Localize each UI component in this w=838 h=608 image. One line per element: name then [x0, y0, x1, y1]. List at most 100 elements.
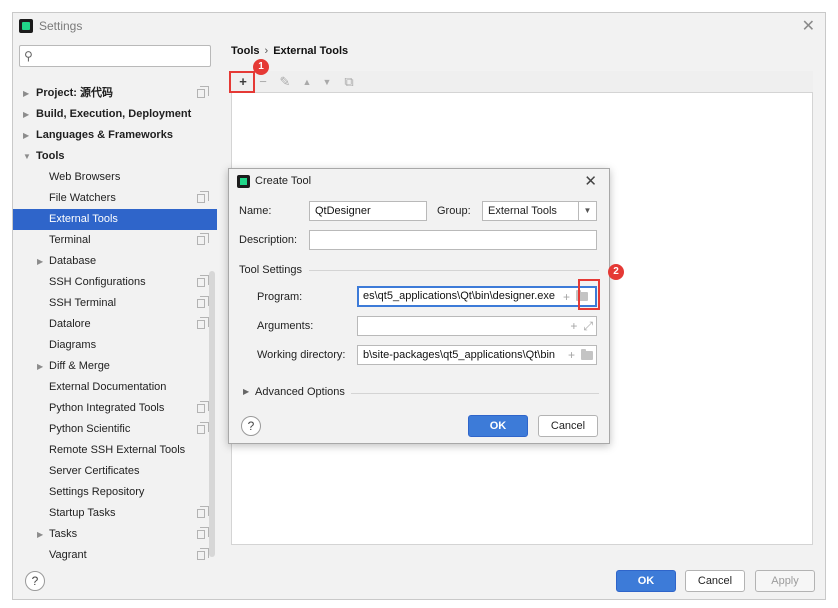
- project-level-copy-icon: [197, 506, 209, 518]
- apply-button[interactable]: Apply: [755, 570, 815, 592]
- settings-tree: ▶ Project: 源代码 ▶ Build, Execution, Deployme…: [13, 83, 217, 566]
- tool-settings-divider: [309, 270, 599, 271]
- breadcrumb-separator: ›: [264, 45, 269, 57]
- program-value: es\qt5_applications\Qt\bin\designer.exe: [363, 290, 556, 302]
- sidebar-item[interactable]: Terminal: [13, 230, 217, 251]
- chevron-down-icon[interactable]: ▼: [578, 202, 596, 220]
- pycharm-logo-icon: [237, 175, 250, 188]
- arguments-label: Arguments:: [257, 320, 314, 332]
- name-label: Name:: [239, 205, 272, 217]
- folder-icon[interactable]: [581, 348, 593, 360]
- name-field[interactable]: QtDesigner: [309, 201, 427, 221]
- breadcrumb-parent[interactable]: Tools: [231, 45, 260, 57]
- sidebar-item[interactable]: ▶ Languages & Frameworks: [13, 125, 217, 146]
- sidebar-item[interactable]: SSH Configurations: [13, 272, 217, 293]
- chevron-right-icon[interactable]: ▶: [23, 104, 29, 125]
- chevron-right-icon[interactable]: ▶: [23, 125, 29, 146]
- description-label: Description:: [239, 234, 298, 246]
- sidebar-item[interactable]: Datalore: [13, 314, 217, 335]
- search-icon: ⚲: [24, 49, 33, 63]
- breadcrumb-current: External Tools: [273, 45, 349, 57]
- sidebar-scrollbar[interactable]: [209, 271, 215, 557]
- move-down-button[interactable]: ▼: [317, 72, 337, 92]
- sidebar-item[interactable]: ▶ Diff & Merge: [13, 356, 217, 377]
- sidebar-item[interactable]: ▶ Build, Execution, Deployment: [13, 104, 217, 125]
- sidebar-item-label: Datalore: [49, 318, 91, 330]
- sidebar-item[interactable]: Settings Repository: [13, 482, 217, 503]
- chevron-right-icon[interactable]: ▶: [37, 356, 43, 377]
- dialog-help-button[interactable]: ?: [241, 416, 261, 436]
- tool-settings-label: Tool Settings: [239, 264, 302, 276]
- sidebar-item-label: SSH Terminal: [49, 297, 117, 309]
- highlight-add-button: [229, 71, 255, 93]
- plus-icon[interactable]: +: [568, 346, 575, 364]
- sidebar-item[interactable]: ▶ Tasks: [13, 524, 217, 545]
- sidebar-item[interactable]: Python Integrated Tools: [13, 398, 217, 419]
- sidebar-item-label: Tools: [36, 150, 65, 162]
- sidebar-item[interactable]: ▼ Tools: [13, 146, 217, 167]
- help-button[interactable]: ?: [25, 571, 45, 591]
- sidebar-item[interactable]: Web Browsers: [13, 167, 217, 188]
- breadcrumb: Tools › External Tools: [231, 45, 348, 57]
- sidebar-item[interactable]: External Tools: [13, 209, 217, 230]
- project-level-copy-icon: [197, 401, 209, 413]
- description-field[interactable]: [309, 230, 597, 250]
- sidebar-item-label: Python Integrated Tools: [49, 402, 165, 414]
- move-up-button[interactable]: ▲: [297, 72, 317, 92]
- copy-tool-button[interactable]: ⧉: [339, 72, 359, 92]
- plus-icon[interactable]: +: [563, 290, 570, 304]
- chevron-right-icon[interactable]: ▶: [23, 83, 29, 104]
- dialog-ok-button[interactable]: OK: [468, 415, 528, 437]
- working-directory-field-icons: +: [564, 346, 593, 364]
- working-directory-label: Working directory:: [257, 349, 346, 361]
- dialog-cancel-button[interactable]: Cancel: [538, 415, 598, 437]
- chevron-right-icon[interactable]: ▶: [37, 524, 43, 545]
- sidebar-item[interactable]: Vagrant: [13, 545, 217, 566]
- close-icon[interactable]: ✕: [802, 16, 815, 36]
- search-input[interactable]: [38, 48, 206, 64]
- chevron-down-icon[interactable]: ▼: [23, 146, 31, 167]
- project-level-copy-icon: [197, 422, 209, 434]
- sidebar-item[interactable]: Python Scientific: [13, 419, 217, 440]
- group-dropdown[interactable]: External Tools ▼: [482, 201, 597, 221]
- settings-search[interactable]: ⚲: [19, 45, 211, 67]
- expand-icon[interactable]: ⤢: [583, 317, 593, 335]
- sidebar-item[interactable]: Remote SSH External Tools: [13, 440, 217, 461]
- sidebar-item-label: Remote SSH External Tools: [49, 444, 186, 456]
- sidebar-item[interactable]: ▶ Project: 源代码: [13, 83, 217, 104]
- sidebar-item-label: Python Scientific: [49, 423, 131, 435]
- sidebar-item[interactable]: SSH Terminal: [13, 293, 217, 314]
- settings-sidebar: ⚲ ▶ Project: 源代码 ▶ Build, Execution, Deploy…: [13, 39, 217, 561]
- edit-tool-button[interactable]: ✎: [275, 72, 295, 92]
- highlight-browse-button: [578, 279, 600, 310]
- sidebar-item[interactable]: ▶ Database: [13, 251, 217, 272]
- ok-button[interactable]: OK: [616, 570, 676, 592]
- advanced-options-toggle[interactable]: Advanced Options: [255, 386, 345, 398]
- project-level-copy-icon: [197, 86, 209, 98]
- sidebar-item[interactable]: Diagrams: [13, 335, 217, 356]
- sidebar-item-label: Settings Repository: [49, 486, 145, 498]
- sidebar-item[interactable]: Startup Tasks: [13, 503, 217, 524]
- sidebar-item[interactable]: External Documentation: [13, 377, 217, 398]
- sidebar-item-label: Startup Tasks: [49, 507, 116, 519]
- chevron-right-icon[interactable]: ▶: [37, 251, 43, 272]
- sidebar-item-label: Project: 源代码: [36, 87, 114, 99]
- sidebar-item[interactable]: File Watchers: [13, 188, 217, 209]
- sidebar-item-label: Server Certificates: [49, 465, 140, 477]
- sidebar-item-label: Web Browsers: [49, 171, 121, 183]
- program-field[interactable]: es\qt5_applications\Qt\bin\designer.exe: [357, 286, 597, 307]
- pycharm-logo-icon: [19, 19, 33, 33]
- group-label: Group:: [437, 205, 471, 217]
- plus-icon[interactable]: +: [570, 317, 577, 335]
- sidebar-item-label: Diagrams: [49, 339, 97, 351]
- arguments-field[interactable]: + ⤢: [357, 316, 597, 336]
- marker-one: 1: [253, 59, 269, 75]
- sidebar-item-label: External Documentation: [49, 381, 167, 393]
- working-directory-field[interactable]: b\site-packages\qt5_applications\Qt\bin …: [357, 345, 597, 365]
- sidebar-item[interactable]: Server Certificates: [13, 461, 217, 482]
- chevron-right-icon[interactable]: ▶: [243, 387, 249, 396]
- cancel-button[interactable]: Cancel: [685, 570, 745, 592]
- sidebar-item-label: Build, Execution, Deployment: [36, 108, 192, 120]
- remove-tool-button[interactable]: −: [253, 72, 273, 92]
- close-icon[interactable]: ✕: [584, 172, 597, 190]
